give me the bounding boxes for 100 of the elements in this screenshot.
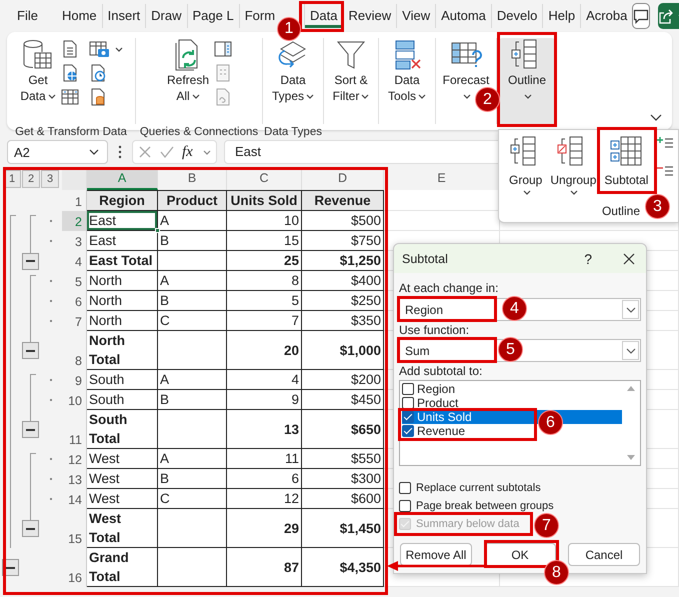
checkbox[interactable]	[402, 397, 414, 409]
option-label: Summary below data	[416, 518, 520, 530]
table-cell: 8	[227, 271, 302, 291]
table-cell: $550	[302, 449, 384, 469]
checkbox[interactable]	[399, 482, 411, 494]
more-icon[interactable]	[118, 145, 122, 159]
checkbox[interactable]	[402, 383, 414, 395]
insert-function-button[interactable]: fx	[182, 144, 193, 160]
ribbon-button[interactable]: Sort & Filter	[332, 38, 370, 126]
table-cell: 11	[227, 449, 302, 469]
step-badge: 1	[277, 17, 301, 41]
collapse-button[interactable]	[22, 520, 38, 537]
table-icon[interactable]	[60, 88, 79, 106]
table-cell: A	[158, 370, 227, 390]
table-cell: 6	[227, 469, 302, 489]
item-label: Product	[417, 396, 458, 410]
menu-tab[interactable]: View	[396, 4, 436, 28]
column-heading: Revenue	[302, 190, 384, 211]
ribbon-button[interactable]: Data Types	[270, 38, 315, 126]
hide-detail-icon[interactable]	[656, 164, 674, 178]
checkbox[interactable]	[402, 425, 414, 437]
table-cell: North	[87, 271, 158, 291]
clock-file-icon[interactable]	[88, 64, 107, 82]
list-item[interactable]: Revenue	[402, 424, 468, 438]
comment-button[interactable]	[632, 3, 650, 29]
subtotal-icon	[610, 135, 642, 167]
item-label: Units Sold	[417, 410, 472, 424]
list-item[interactable]: Region	[402, 382, 458, 396]
table-cell: West	[87, 469, 158, 489]
table-cell: B	[158, 469, 227, 489]
table-cell: East	[87, 211, 158, 231]
collapse-button[interactable]	[22, 342, 38, 359]
table-cell: 20	[227, 331, 302, 370]
help-button[interactable]: ?	[584, 250, 592, 266]
dialog-button[interactable]: Remove All	[400, 543, 472, 566]
table-cell: East	[87, 231, 158, 251]
table-cell: $1,450	[302, 509, 384, 548]
table-camera-icon[interactable]	[88, 40, 111, 58]
table-cell: B	[158, 231, 227, 251]
chevron-icon	[89, 149, 99, 155]
dialog-button[interactable]: Cancel	[568, 543, 640, 566]
menu-tab[interactable]: Page L	[186, 4, 239, 28]
collapse-button[interactable]	[22, 421, 38, 438]
menu-tab[interactable]: Data	[304, 4, 343, 28]
menu-tab[interactable]: Draw	[145, 4, 186, 28]
menu-tab[interactable]: File	[12, 4, 43, 28]
table-cell: Grand Total	[87, 548, 158, 587]
menu-tab[interactable]: Automa	[435, 4, 491, 28]
table-cell: $600	[302, 489, 384, 509]
table-cell: South	[87, 370, 158, 390]
minus-icon	[26, 260, 34, 262]
group-label: Outline	[602, 204, 640, 218]
database-file-icon[interactable]	[88, 88, 107, 106]
close-icon	[623, 252, 635, 264]
table-cell: West	[87, 449, 158, 469]
table-cell: 87	[227, 548, 302, 587]
menu-tab[interactable]: Insert	[102, 4, 146, 28]
table-cell: $450	[302, 390, 384, 410]
dialog-button[interactable]: OK	[484, 543, 556, 566]
ribbon-button[interactable]: Get Data	[19, 38, 57, 126]
row-header[interactable]: 2	[62, 211, 87, 231]
name-box[interactable]: A2	[7, 140, 108, 164]
table-cell: North Total	[87, 331, 158, 370]
ribbon-button[interactable]: Data Tools	[386, 38, 427, 126]
outline-level-button[interactable]: 2	[22, 170, 40, 188]
option-label: Page break between groups	[416, 500, 554, 512]
ribbon-button[interactable]: Refresh All	[166, 38, 210, 126]
table-cell: West Total	[87, 509, 158, 548]
field-label: Add subtotal to:	[399, 364, 484, 379]
menu-tab[interactable]: Review	[342, 4, 396, 28]
ribbon-button[interactable]: Outline	[499, 38, 555, 126]
field-label: At each change in:	[399, 281, 500, 296]
share-button[interactable]	[658, 3, 679, 29]
web-file-icon[interactable]	[60, 64, 79, 82]
outline-level-button[interactable]: 3	[41, 170, 59, 188]
text-file-icon[interactable]	[60, 40, 79, 58]
dialog-title: Subtotal	[402, 252, 449, 266]
menu-tab[interactable]: Help	[542, 4, 580, 28]
list-item[interactable]: Product	[402, 396, 460, 410]
collapse-button[interactable]	[22, 252, 38, 270]
column-heading: Region	[87, 190, 158, 211]
table-cell: 13	[227, 410, 302, 449]
chevron-icon	[626, 306, 636, 312]
menu-tab[interactable]: Develo	[490, 4, 542, 28]
table-cell: North	[87, 291, 158, 311]
table-cell: B	[158, 291, 227, 311]
table-cell: $300	[302, 469, 384, 489]
table-cell: $4,350	[302, 548, 384, 587]
checkbox[interactable]	[399, 500, 411, 512]
panel-icon[interactable]	[214, 40, 232, 58]
table-cell: South Total	[87, 410, 158, 449]
caret-icon	[202, 150, 211, 154]
table-cell: C	[158, 311, 227, 331]
table-cell: A	[158, 211, 227, 231]
show-detail-icon[interactable]	[656, 136, 674, 150]
checkbox[interactable]	[402, 411, 414, 423]
fill-handle[interactable]	[155, 228, 160, 233]
menu-tab[interactable]: Home	[56, 4, 102, 28]
minus-icon	[26, 428, 34, 430]
field-label: Use function:	[399, 323, 470, 338]
